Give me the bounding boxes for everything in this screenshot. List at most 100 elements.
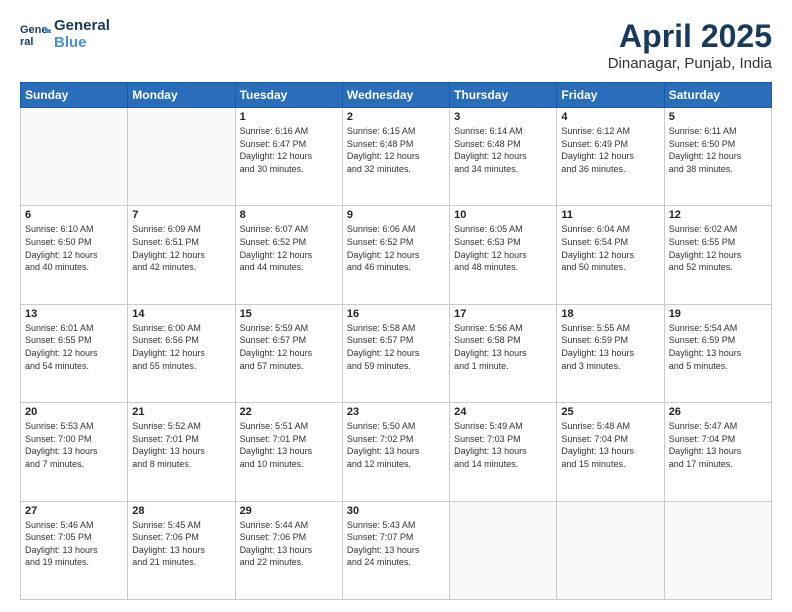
table-row: 8 Sunrise: 6:07 AM Sunset: 6:52 PM Daylig…	[235, 206, 342, 304]
day-number: 1	[240, 111, 338, 123]
table-row: 13 Sunrise: 6:01 AM Sunset: 6:55 PM Dayli…	[21, 304, 128, 402]
day-number: 18	[561, 308, 659, 320]
weekday-header-row: Sunday Monday Tuesday Wednesday Thursday…	[21, 83, 772, 108]
calendar-week-row: 6 Sunrise: 6:10 AM Sunset: 6:50 PM Daylig…	[21, 206, 772, 304]
day-info: Sunrise: 6:10 AM Sunset: 6:50 PM Dayligh…	[25, 223, 123, 273]
table-row: 19 Sunrise: 5:54 AM Sunset: 6:59 PM Dayli…	[664, 304, 771, 402]
day-number: 20	[25, 406, 123, 418]
day-number: 28	[132, 505, 230, 517]
table-row: 24Sunrise: 5:49 AM Sunset: 7:03 PM Dayli…	[450, 403, 557, 501]
day-info: Sunrise: 5:45 AM Sunset: 7:06 PM Dayligh…	[132, 519, 230, 569]
day-info: Sunrise: 5:53 AM Sunset: 7:00 PM Dayligh…	[25, 420, 123, 470]
day-number: 14	[132, 308, 230, 320]
header-friday: Friday	[557, 83, 664, 108]
header-tuesday: Tuesday	[235, 83, 342, 108]
table-row	[21, 108, 128, 206]
table-row: 15 Sunrise: 5:59 AM Sunset: 6:57 PM Dayli…	[235, 304, 342, 402]
table-row: 27Sunrise: 5:46 AM Sunset: 7:05 PM Dayli…	[21, 501, 128, 599]
table-row	[664, 501, 771, 599]
calendar-week-row: 27Sunrise: 5:46 AM Sunset: 7:05 PM Dayli…	[21, 501, 772, 599]
header-sunday: Sunday	[21, 83, 128, 108]
day-info: Sunrise: 6:06 AM Sunset: 6:52 PM Dayligh…	[347, 223, 445, 273]
day-info: Sunrise: 6:16 AM Sunset: 6:47 PM Dayligh…	[240, 125, 338, 175]
day-number: 17	[454, 308, 552, 320]
day-number: 15	[240, 308, 338, 320]
day-number: 9	[347, 209, 445, 221]
day-info: Sunrise: 6:09 AM Sunset: 6:51 PM Dayligh…	[132, 223, 230, 273]
header: Gene- ral General Blue April 2025 Dinana…	[20, 18, 772, 72]
header-saturday: Saturday	[664, 83, 771, 108]
day-info: Sunrise: 5:58 AM Sunset: 6:57 PM Dayligh…	[347, 322, 445, 372]
table-row: 16Sunrise: 5:58 AM Sunset: 6:57 PM Dayli…	[342, 304, 449, 402]
day-info: Sunrise: 5:44 AM Sunset: 7:06 PM Dayligh…	[240, 519, 338, 569]
page: Gene- ral General Blue April 2025 Dinana…	[0, 0, 792, 612]
day-number: 2	[347, 111, 445, 123]
day-number: 6	[25, 209, 123, 221]
table-row	[557, 501, 664, 599]
day-info: Sunrise: 6:04 AM Sunset: 6:54 PM Dayligh…	[561, 223, 659, 273]
day-number: 29	[240, 505, 338, 517]
day-info: Sunrise: 6:05 AM Sunset: 6:53 PM Dayligh…	[454, 223, 552, 273]
day-number: 27	[25, 505, 123, 517]
header-monday: Monday	[128, 83, 235, 108]
table-row: 11 Sunrise: 6:04 AM Sunset: 6:54 PM Dayli…	[557, 206, 664, 304]
table-row: 14 Sunrise: 6:00 AM Sunset: 6:56 PM Dayli…	[128, 304, 235, 402]
table-row: 25 Sunrise: 5:48 AM Sunset: 7:04 PM Dayli…	[557, 403, 664, 501]
day-info: Sunrise: 6:01 AM Sunset: 6:55 PM Dayligh…	[25, 322, 123, 372]
day-number: 30	[347, 505, 445, 517]
day-number: 13	[25, 308, 123, 320]
header-wednesday: Wednesday	[342, 83, 449, 108]
table-row: 18 Sunrise: 5:55 AM Sunset: 6:59 PM Dayli…	[557, 304, 664, 402]
day-number: 22	[240, 406, 338, 418]
day-info: Sunrise: 5:55 AM Sunset: 6:59 PM Dayligh…	[561, 322, 659, 372]
day-info: Sunrise: 5:50 AM Sunset: 7:02 PM Dayligh…	[347, 420, 445, 470]
title-block: April 2025 Dinanagar, Punjab, India	[608, 18, 772, 72]
table-row: 26 Sunrise: 5:47 AM Sunset: 7:04 PM Dayli…	[664, 403, 771, 501]
table-row: 30 Sunrise: 5:43 AM Sunset: 7:07 PM Dayli…	[342, 501, 449, 599]
table-row: 2 Sunrise: 6:15 AM Sunset: 6:48 PM Daylig…	[342, 108, 449, 206]
day-info: Sunrise: 6:07 AM Sunset: 6:52 PM Dayligh…	[240, 223, 338, 273]
table-row: 23 Sunrise: 5:50 AM Sunset: 7:02 PM Dayli…	[342, 403, 449, 501]
day-number: 19	[669, 308, 767, 320]
day-number: 25	[561, 406, 659, 418]
calendar-week-row: 20 Sunrise: 5:53 AM Sunset: 7:00 PM Dayli…	[21, 403, 772, 501]
table-row: 10Sunrise: 6:05 AM Sunset: 6:53 PM Dayli…	[450, 206, 557, 304]
day-info: Sunrise: 5:59 AM Sunset: 6:57 PM Dayligh…	[240, 322, 338, 372]
day-number: 26	[669, 406, 767, 418]
table-row: 3 Sunrise: 6:14 AM Sunset: 6:48 PM Daylig…	[450, 108, 557, 206]
day-info: Sunrise: 5:48 AM Sunset: 7:04 PM Dayligh…	[561, 420, 659, 470]
day-number: 8	[240, 209, 338, 221]
day-number: 3	[454, 111, 552, 123]
calendar-week-row: 1 Sunrise: 6:16 AM Sunset: 6:47 PM Daylig…	[21, 108, 772, 206]
day-number: 21	[132, 406, 230, 418]
calendar-table: Sunday Monday Tuesday Wednesday Thursday…	[20, 82, 772, 600]
header-thursday: Thursday	[450, 83, 557, 108]
day-info: Sunrise: 5:47 AM Sunset: 7:04 PM Dayligh…	[669, 420, 767, 470]
day-info: Sunrise: 5:49 AM Sunset: 7:03 PM Dayligh…	[454, 420, 552, 470]
day-number: 7	[132, 209, 230, 221]
day-number: 11	[561, 209, 659, 221]
logo-line2: Blue	[54, 35, 110, 52]
day-info: Sunrise: 6:00 AM Sunset: 6:56 PM Dayligh…	[132, 322, 230, 372]
day-number: 23	[347, 406, 445, 418]
day-info: Sunrise: 5:51 AM Sunset: 7:01 PM Dayligh…	[240, 420, 338, 470]
day-info: Sunrise: 6:02 AM Sunset: 6:55 PM Dayligh…	[669, 223, 767, 273]
calendar-subtitle: Dinanagar, Punjab, India	[608, 55, 772, 72]
calendar-title: April 2025	[608, 18, 772, 55]
table-row: 20 Sunrise: 5:53 AM Sunset: 7:00 PM Dayli…	[21, 403, 128, 501]
svg-text:ral: ral	[20, 36, 33, 48]
table-row: 28 Sunrise: 5:45 AM Sunset: 7:06 PM Dayli…	[128, 501, 235, 599]
table-row: 21Sunrise: 5:52 AM Sunset: 7:01 PM Dayli…	[128, 403, 235, 501]
table-row: 6 Sunrise: 6:10 AM Sunset: 6:50 PM Daylig…	[21, 206, 128, 304]
calendar-week-row: 13 Sunrise: 6:01 AM Sunset: 6:55 PM Dayli…	[21, 304, 772, 402]
day-info: Sunrise: 6:14 AM Sunset: 6:48 PM Dayligh…	[454, 125, 552, 175]
day-info: Sunrise: 5:56 AM Sunset: 6:58 PM Dayligh…	[454, 322, 552, 372]
table-row: 22 Sunrise: 5:51 AM Sunset: 7:01 PM Dayli…	[235, 403, 342, 501]
table-row: 12Sunrise: 6:02 AM Sunset: 6:55 PM Dayli…	[664, 206, 771, 304]
table-row: 29 Sunrise: 5:44 AM Sunset: 7:06 PM Dayli…	[235, 501, 342, 599]
day-info: Sunrise: 5:43 AM Sunset: 7:07 PM Dayligh…	[347, 519, 445, 569]
table-row: 17 Sunrise: 5:56 AM Sunset: 6:58 PM Dayli…	[450, 304, 557, 402]
day-info: Sunrise: 6:15 AM Sunset: 6:48 PM Dayligh…	[347, 125, 445, 175]
day-info: Sunrise: 5:54 AM Sunset: 6:59 PM Dayligh…	[669, 322, 767, 372]
day-number: 5	[669, 111, 767, 123]
